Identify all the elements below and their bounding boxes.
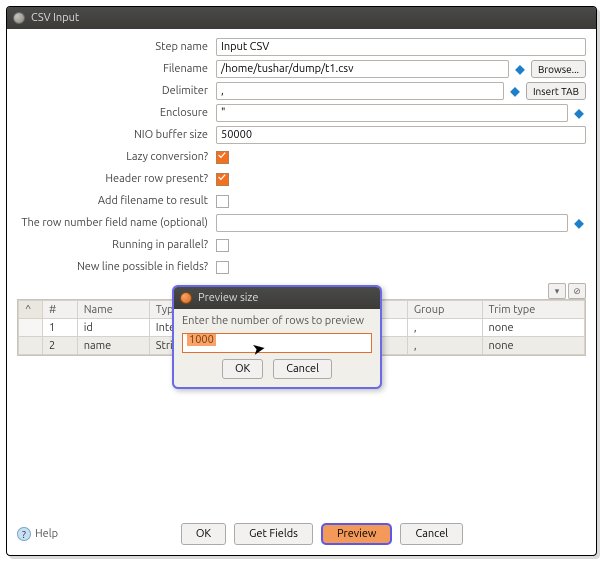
preview-size-dialog: Preview size Enter the number of rows to… [172, 285, 382, 389]
diamond-icon[interactable]: ◆ [513, 62, 527, 76]
column-header[interactable]: Trim type [482, 301, 584, 319]
table-corner: ^ [19, 301, 43, 319]
help-label: Help [35, 528, 58, 540]
rownum-label: The row number field name (optional) [17, 217, 212, 229]
dialog-ok-button[interactable]: OK [222, 359, 263, 379]
titlebar: CSV Input [7, 7, 596, 29]
help-icon: ? [17, 527, 31, 541]
header-label: Header row present? [17, 173, 212, 185]
lazy-label: Lazy conversion? [17, 151, 212, 163]
dialog-label: Enter the number of rows to preview [182, 315, 372, 327]
delimiter-input[interactable] [216, 82, 504, 100]
filename-label: Filename [17, 63, 212, 75]
toolbar-button[interactable]: ▾ [548, 283, 566, 299]
cell[interactable]: none [482, 319, 584, 337]
step-name-label: Step name [17, 41, 212, 53]
cell[interactable]: none [482, 337, 584, 355]
column-header[interactable]: # [43, 301, 78, 319]
cell[interactable]: , [407, 319, 482, 337]
row-marker [19, 337, 43, 355]
insert-tab-button[interactable]: Insert TAB [526, 82, 586, 100]
get-fields-button[interactable]: Get Fields [234, 523, 313, 545]
main-window: CSV Input Step name Filename ◆ Browse...… [6, 6, 597, 556]
row-marker [19, 319, 43, 337]
column-header[interactable]: Name [77, 301, 149, 319]
browse-button[interactable]: Browse... [531, 60, 586, 78]
diamond-icon[interactable]: ◆ [572, 216, 586, 230]
enclosure-input[interactable] [216, 104, 568, 122]
diamond-icon[interactable]: ◆ [508, 84, 522, 98]
cell[interactable]: name [77, 337, 149, 355]
header-checkbox[interactable] [216, 173, 229, 186]
add-filename-label: Add filename to result [17, 195, 212, 207]
footer: ? Help OK Get Fields Preview Cancel [17, 523, 586, 545]
delimiter-label: Delimiter [17, 85, 212, 97]
parallel-label: Running in parallel? [17, 239, 212, 251]
dialog-title: Preview size [198, 292, 258, 304]
newline-checkbox[interactable] [216, 261, 229, 274]
filename-input[interactable] [216, 60, 509, 78]
close-icon[interactable] [180, 292, 192, 304]
ok-button[interactable]: OK [181, 523, 226, 545]
toolbar-button[interactable]: ⊘ [568, 283, 586, 299]
lazy-checkbox[interactable] [216, 151, 229, 164]
dialog-cancel-button[interactable]: Cancel [273, 359, 332, 379]
form: Step name Filename ◆ Browse... Delimiter… [7, 29, 596, 281]
close-icon[interactable] [13, 12, 25, 24]
cell[interactable]: , [407, 337, 482, 355]
preview-button[interactable]: Preview [321, 523, 392, 545]
cell[interactable]: 1 [43, 319, 78, 337]
help-button[interactable]: ? Help [17, 527, 58, 541]
dialog-titlebar: Preview size [174, 287, 380, 309]
nio-label: NIO buffer size [17, 129, 212, 141]
diamond-icon[interactable]: ◆ [572, 106, 586, 120]
cell[interactable]: 2 [43, 337, 78, 355]
parallel-checkbox[interactable] [216, 239, 229, 252]
column-header[interactable]: Group [407, 301, 482, 319]
nio-input[interactable] [216, 126, 586, 144]
rows-value: 1000 [187, 334, 216, 346]
rows-input[interactable]: 1000 [182, 333, 372, 353]
window-title: CSV Input [31, 12, 79, 24]
rownum-input[interactable] [216, 214, 568, 232]
newline-label: New line possible in fields? [17, 261, 212, 273]
step-name-input[interactable] [216, 38, 586, 56]
cell[interactable]: id [77, 319, 149, 337]
add-filename-checkbox[interactable] [216, 195, 229, 208]
cancel-button[interactable]: Cancel [400, 523, 463, 545]
enclosure-label: Enclosure [17, 107, 212, 119]
